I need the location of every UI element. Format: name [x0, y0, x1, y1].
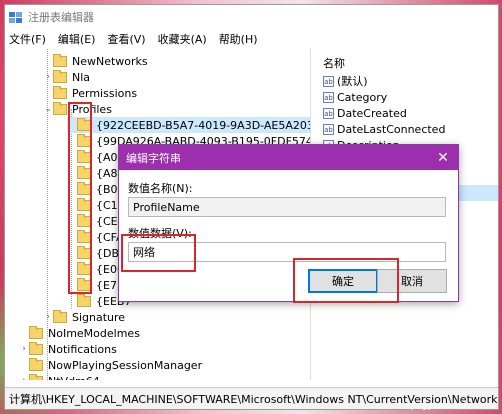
menu-help[interactable]: 帮助(H): [219, 31, 258, 47]
value-row[interactable]: ab DateLastConnected: [323, 121, 445, 137]
folder-icon: [53, 69, 67, 83]
column-header-name[interactable]: 名称: [323, 55, 345, 71]
value-name-text: ProfileName: [133, 200, 200, 214]
highlight-box-ok: [293, 258, 399, 303]
folder-icon: [29, 341, 43, 355]
folder-icon: [77, 293, 91, 307]
tree-item[interactable]: › Signature: [43, 309, 125, 325]
tree-item[interactable]: Permissions: [43, 85, 137, 101]
value-name: DateLastConnected: [337, 122, 446, 136]
menu-edit[interactable]: 编辑(E): [58, 31, 96, 47]
chevron-right-icon[interactable]: ›: [19, 376, 29, 380]
tree-item[interactable]: {922CEEBD-B5A7-4019-9A3D-AE5A2038F485}: [67, 117, 310, 133]
tree-item-label: {922CEEBD-B5A7-4019-9A3D-AE5A2038F485}: [96, 118, 310, 132]
tree-item[interactable]: NoImeModelmes: [19, 325, 140, 341]
tree-item-label: Permissions: [72, 86, 138, 100]
value-name: Category: [337, 90, 388, 104]
folder-icon: [53, 309, 67, 323]
highlight-box-data: [121, 234, 196, 272]
menu-bar: 文件(F) 编辑(E) 查看(V) 收藏夹(A) 帮助(H): [5, 29, 498, 49]
folder-icon: [29, 325, 43, 339]
string-value-icon: ab: [323, 123, 334, 135]
edit-string-dialog: 编辑字符串 ✕ 数值名称(N): ProfileName 数值数据(V): 网络…: [118, 144, 459, 302]
value-name: (默认): [337, 75, 368, 88]
value-name: DateCreated: [337, 106, 407, 120]
tree-item[interactable]: › Notifications: [19, 341, 117, 357]
chevron-right-icon[interactable]: ›: [43, 72, 53, 82]
menu-view[interactable]: 查看(V): [107, 31, 145, 47]
value-row[interactable]: ab Category: [323, 89, 387, 105]
window-title: 注册表编辑器: [28, 11, 94, 24]
chevron-right-icon[interactable]: ›: [43, 312, 53, 322]
tree-item[interactable]: NewNetworks: [43, 53, 148, 69]
menu-file[interactable]: 文件(F): [9, 31, 46, 47]
string-value-icon: ab: [323, 107, 334, 119]
tree-item[interactable]: › Nla: [43, 69, 90, 85]
folder-icon: [29, 357, 43, 371]
tree-item[interactable]: › NtVdm64: [19, 373, 100, 380]
dialog-title-bar: 编辑字符串 ✕: [119, 145, 458, 170]
tree-item-label: Nla: [72, 70, 91, 84]
folder-icon: [53, 85, 67, 99]
registry-editor-icon: [9, 11, 22, 23]
dialog-title: 编辑字符串: [126, 151, 181, 165]
tree-item-label: NoImeModelmes: [48, 326, 140, 340]
value-name-field[interactable]: ProfileName: [128, 197, 446, 217]
watermark: jingyan.baidu.com: [410, 401, 494, 411]
highlight-box-tree: [68, 102, 92, 294]
tree-item[interactable]: NowPlayingSessionManager: [19, 357, 202, 373]
value-row[interactable]: ab DateCreated: [323, 105, 407, 121]
close-icon[interactable]: ✕: [428, 150, 458, 166]
string-value-icon: ab: [323, 91, 334, 103]
value-row[interactable]: ab (默认): [323, 73, 368, 89]
chevron-down-icon[interactable]: ⌄: [43, 104, 53, 114]
tree-item-label: Signature: [72, 310, 126, 324]
chevron-right-icon[interactable]: ›: [19, 344, 29, 354]
folder-icon: [53, 101, 67, 115]
title-bar: 注册表编辑器: [5, 5, 498, 29]
folder-icon: [53, 53, 67, 67]
string-value-icon: ab: [323, 75, 334, 87]
folder-icon: [29, 373, 43, 380]
tree-item-label: NtVdm64: [48, 375, 100, 381]
tree-item-label: Notifications: [48, 342, 117, 356]
menu-favorites[interactable]: 收藏夹(A): [158, 31, 207, 47]
value-name-label: 数值名称(N):: [128, 182, 193, 195]
tree-item-label: NewNetworks: [72, 54, 148, 68]
tree-item-label: NowPlayingSessionManager: [48, 358, 203, 372]
